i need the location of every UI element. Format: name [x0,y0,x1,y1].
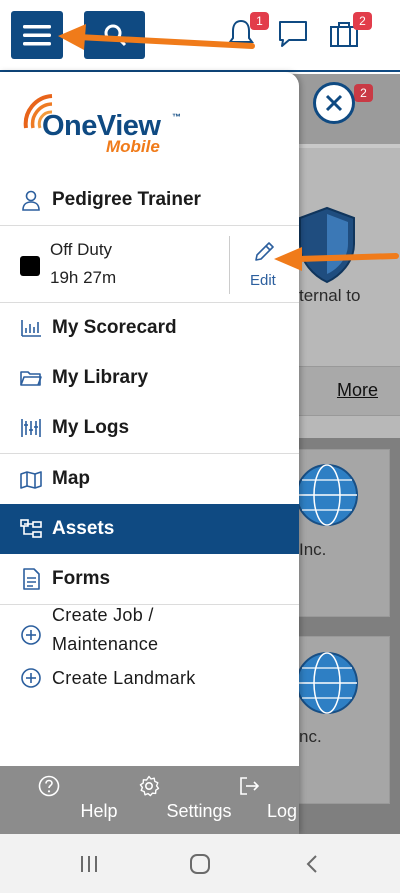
menu-item-my-library[interactable]: My Library [0,353,299,403]
menu-item-label: My Scorecard [52,317,177,338]
help-icon [38,775,60,797]
background-card-1-text: Inc. [299,540,327,559]
background-badge: 2 [354,84,373,102]
status-divider [229,236,230,294]
drawer-footer: Help Settings Log Out [0,766,299,834]
messages-button[interactable] [277,18,311,52]
logout-button[interactable]: Log Out [199,766,299,834]
action-label-line1: Create Job / [52,605,154,625]
menu-item-assets[interactable]: Assets [0,504,299,554]
menu-item-my-logs[interactable]: My Logs [0,403,299,453]
close-drawer-button[interactable] [313,82,355,124]
globe-icon [296,464,358,526]
recent-apps-icon[interactable] [78,853,100,875]
plus-circle-icon [21,668,41,688]
more-link[interactable]: More [337,380,378,401]
arrow-annotation-edit-icon [274,247,399,271]
logout-icon [240,777,260,795]
settings-button[interactable]: Settings [99,766,232,834]
menu-item-label: My Library [52,367,149,388]
action-label-line2: Maintenance [52,634,159,654]
home-icon[interactable] [189,853,211,875]
user-icon [22,190,40,211]
assets-icon [20,519,42,538]
user-profile-row[interactable]: Pedigree Trainer [0,175,299,225]
oneview-logo: OneView ™ Mobile [22,92,222,162]
scorecard-icon [21,320,41,337]
menu-item-my-scorecard[interactable]: My Scorecard [0,303,299,353]
create-job-maintenance-action[interactable]: Create Job / Maintenance [0,605,299,665]
arrow-annotation-menu-icon [58,24,255,50]
background-card-2-text: nc. [299,727,322,746]
jobs-badge: 2 [353,12,372,30]
close-icon [325,94,343,112]
menu-item-label: Assets [52,518,115,539]
map-icon [20,471,42,489]
menu-item-label: Forms [52,568,111,589]
navigation-drawer: OneView ™ Mobile Pedigree Trainer Off Du… [0,72,299,834]
menu-item-forms[interactable]: Forms [0,554,299,604]
duty-status-panel: Off Duty 19h 27m Edit [0,225,299,303]
menu-item-label: Map [52,468,90,489]
forms-icon [23,568,40,590]
chat-icon [279,21,307,47]
logout-label: Log Out [266,801,299,821]
duty-status-label: Off Duty [50,240,113,259]
folder-icon [20,371,42,386]
user-name: Pedigree Trainer [52,189,201,210]
background-text-partial: ternal to [299,286,361,305]
menu-icon [23,25,51,46]
action-label: Create Landmark [52,667,196,688]
logo-subtitle: Mobile [106,137,160,156]
logo-trademark: ™ [172,112,181,122]
help-button[interactable]: Help [0,766,118,834]
menu-item-map[interactable]: Map [0,454,299,504]
duty-status-duration: 19h 27m [50,268,117,287]
menu-item-label: My Logs [52,417,130,438]
plus-circle-icon [21,625,41,645]
system-navigation-bar [0,834,400,893]
gear-icon [139,775,160,797]
duty-status-indicator [20,256,40,276]
logs-icon [21,419,41,437]
back-icon[interactable] [302,853,324,875]
edit-label: Edit [250,272,276,289]
create-landmark-action[interactable]: Create Landmark [0,665,299,691]
globe-icon [296,652,358,714]
